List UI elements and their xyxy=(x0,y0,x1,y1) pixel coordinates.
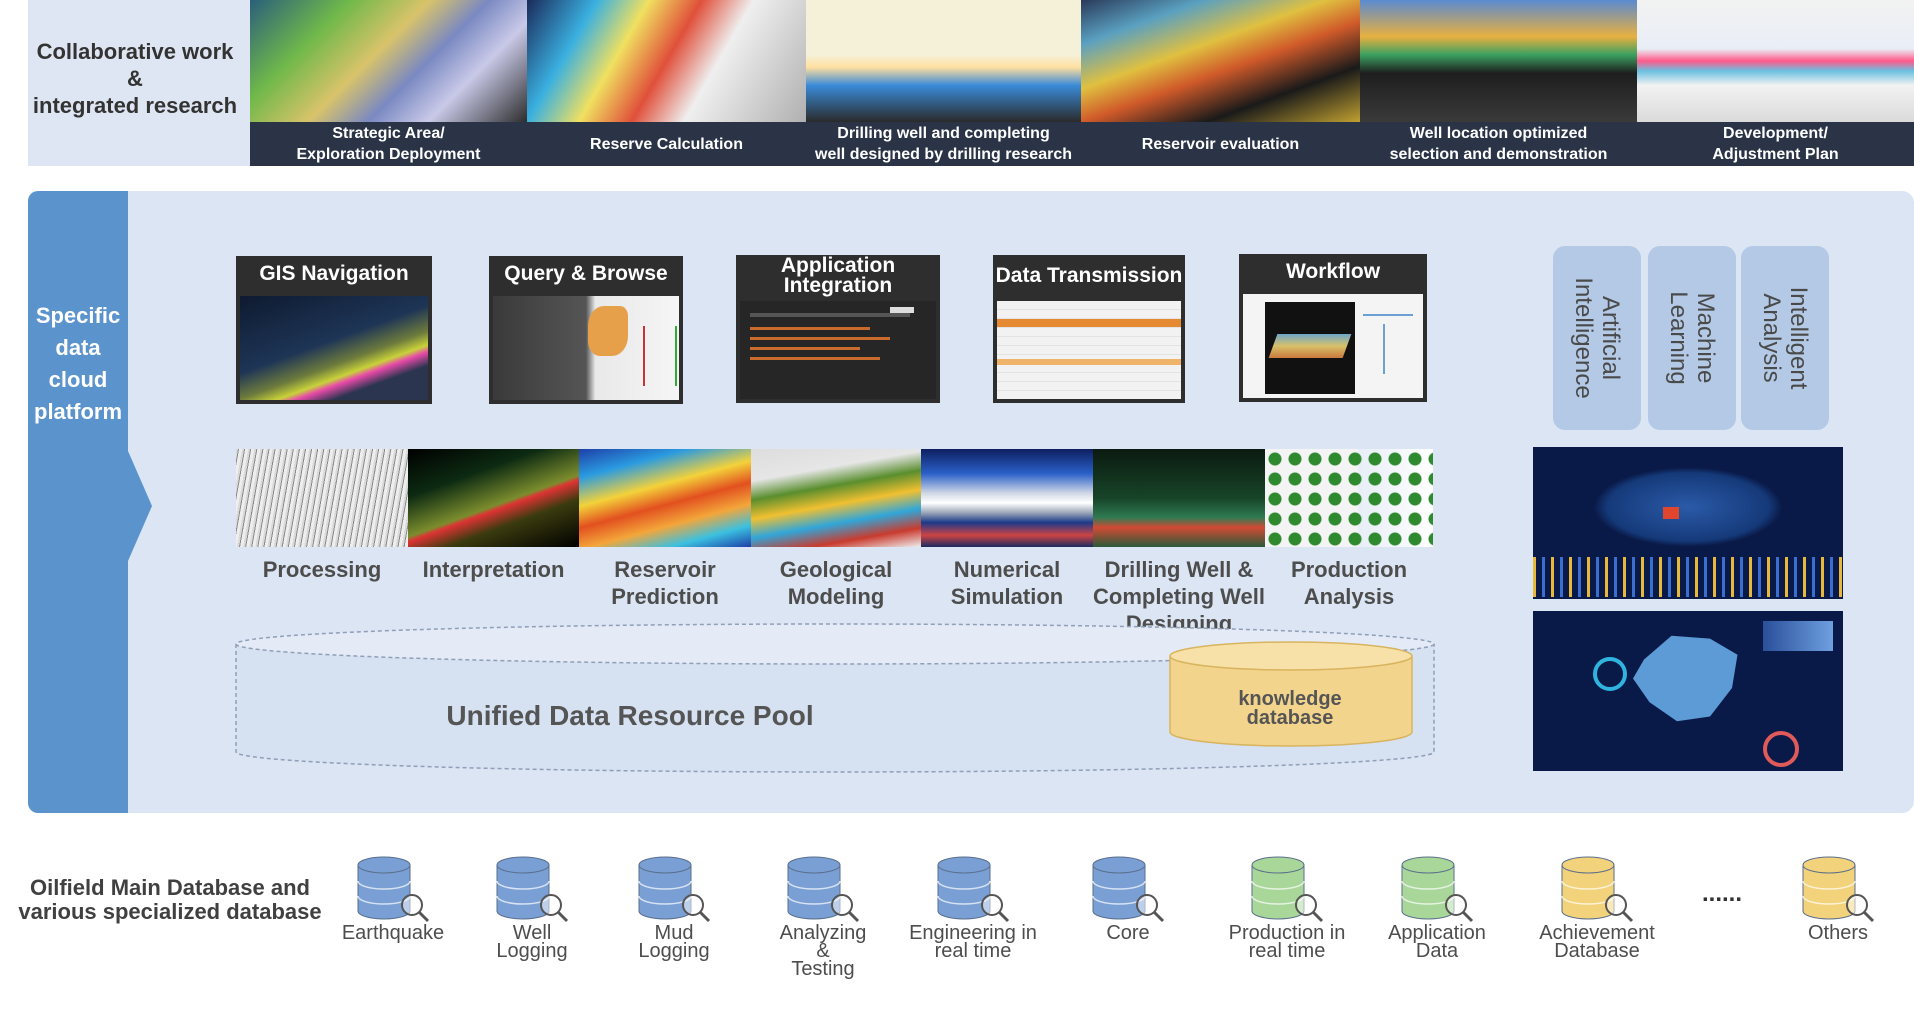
interpretation-image xyxy=(408,449,579,547)
database-icon[interactable] xyxy=(487,855,577,925)
module-application-integration[interactable]: Application Integration xyxy=(736,255,940,403)
processing-image xyxy=(236,449,408,547)
database-icon[interactable] xyxy=(1552,855,1642,925)
pool-label: Unified Data Resource Pool xyxy=(446,700,814,731)
ai-card-artificial-intelligence: Artificial Intelligence xyxy=(1553,246,1641,430)
stage-caption: Reserve Calculation xyxy=(527,122,806,166)
database-icon[interactable] xyxy=(928,855,1018,925)
world-map-dashboard xyxy=(1533,447,1843,599)
workflow-screenshot xyxy=(1243,294,1423,398)
knowledge-database-label: knowledge database xyxy=(1238,688,1342,729)
reservoir-prediction-image xyxy=(579,449,751,547)
stage-screenshot xyxy=(250,0,527,122)
stage-caption: Strategic Area/ Exploration Deployment xyxy=(250,122,527,166)
gis-map-screenshot xyxy=(240,296,428,400)
database-label: Engineering in real time xyxy=(909,922,1037,962)
database-label: Achievement Database xyxy=(1539,922,1655,962)
ai-card-intelligent-analysis: Intelligent Analysis xyxy=(1741,246,1829,430)
process-label: Processing xyxy=(262,557,382,582)
database-label: Mud Logging xyxy=(638,922,710,962)
data-transmission-screenshot xyxy=(997,301,1181,399)
ai-card-machine-learning: Machine Learning xyxy=(1648,246,1736,430)
research-band-label: Collaborative work & integrated research xyxy=(32,39,238,118)
database-icon[interactable] xyxy=(1242,855,1332,925)
module-title: Query & Browse xyxy=(504,262,668,285)
database-icon[interactable] xyxy=(348,855,438,925)
stage-reservoir-evaluation: Reservoir evaluation xyxy=(1081,0,1363,166)
database-label: Core xyxy=(1106,922,1150,944)
database-label: Earthquake xyxy=(341,922,445,944)
platform-arrow xyxy=(128,191,152,813)
module-title: GIS Navigation xyxy=(259,262,409,285)
ai-card-label: Machine Learning xyxy=(1665,291,1719,385)
database-label: Others xyxy=(1807,922,1869,944)
stage-caption: Development/ Adjustment Plan xyxy=(1637,122,1914,166)
process-label: Interpretation xyxy=(422,557,565,582)
database-icon[interactable] xyxy=(778,855,868,925)
stage-caption: Reservoir evaluation xyxy=(1081,122,1360,166)
more-databases-ellipsis: ...... xyxy=(1702,880,1743,907)
stage-reserve-calculation: Reserve Calculation xyxy=(527,0,809,166)
stage-screenshot xyxy=(527,0,806,122)
stage-caption: Well location optimized selection and de… xyxy=(1360,122,1637,166)
database-icon[interactable] xyxy=(1392,855,1482,925)
stage-development-plan: Development/ Adjustment Plan xyxy=(1637,0,1914,166)
process-label: Reservoir Prediction xyxy=(611,557,719,609)
process-label: Production Analysis xyxy=(1290,557,1408,609)
china-map-dashboard xyxy=(1533,611,1843,771)
platform-label: Specific data cloud platform xyxy=(34,303,122,424)
stage-drilling-design: Drilling well and completing well design… xyxy=(806,0,1084,166)
module-title: Data Transmission xyxy=(995,264,1183,287)
database-row-label: Oilfield Main Database and various speci… xyxy=(18,875,322,924)
database-icon[interactable] xyxy=(629,855,719,925)
process-label: Geological Modeling xyxy=(779,557,893,609)
module-gis-navigation[interactable]: GIS Navigation xyxy=(236,256,432,404)
application-integration-screenshot xyxy=(740,301,936,399)
module-title: Application Integration xyxy=(780,255,896,297)
database-label: Well Logging xyxy=(496,922,568,962)
stage-strategic-area: Strategic Area/ Exploration Deployment xyxy=(250,0,530,166)
module-workflow[interactable]: Workflow xyxy=(1239,254,1427,402)
ai-card-label: Intelligent Analysis xyxy=(1758,286,1812,390)
module-title: Workflow xyxy=(1285,260,1381,283)
production-analysis-image xyxy=(1265,449,1433,547)
module-query-browse[interactable]: Query & Browse xyxy=(489,256,683,404)
process-label: Numerical Simulation xyxy=(950,557,1064,609)
database-label: Application Data xyxy=(1388,922,1486,962)
stage-well-location: Well location optimized selection and de… xyxy=(1360,0,1640,166)
stage-screenshot xyxy=(1081,0,1360,122)
stage-caption: Drilling well and completing well design… xyxy=(806,122,1081,166)
database-label: Analyzing & Testing xyxy=(779,922,867,980)
numerical-simulation-image xyxy=(921,449,1093,547)
stage-screenshot xyxy=(1360,0,1637,122)
stage-screenshot xyxy=(1637,0,1914,122)
stage-screenshot xyxy=(806,0,1081,122)
database-label: Production in real time xyxy=(1228,922,1346,962)
database-icon[interactable] xyxy=(1793,855,1883,925)
drilling-design-image xyxy=(1093,449,1265,547)
module-data-transmission[interactable]: Data Transmission xyxy=(993,255,1185,403)
database-icon[interactable] xyxy=(1083,855,1173,925)
ai-card-label: Artificial Intelligence xyxy=(1570,277,1624,399)
query-browse-screenshot xyxy=(493,296,679,400)
platform-tab xyxy=(28,191,128,813)
geological-modeling-image xyxy=(751,449,921,547)
